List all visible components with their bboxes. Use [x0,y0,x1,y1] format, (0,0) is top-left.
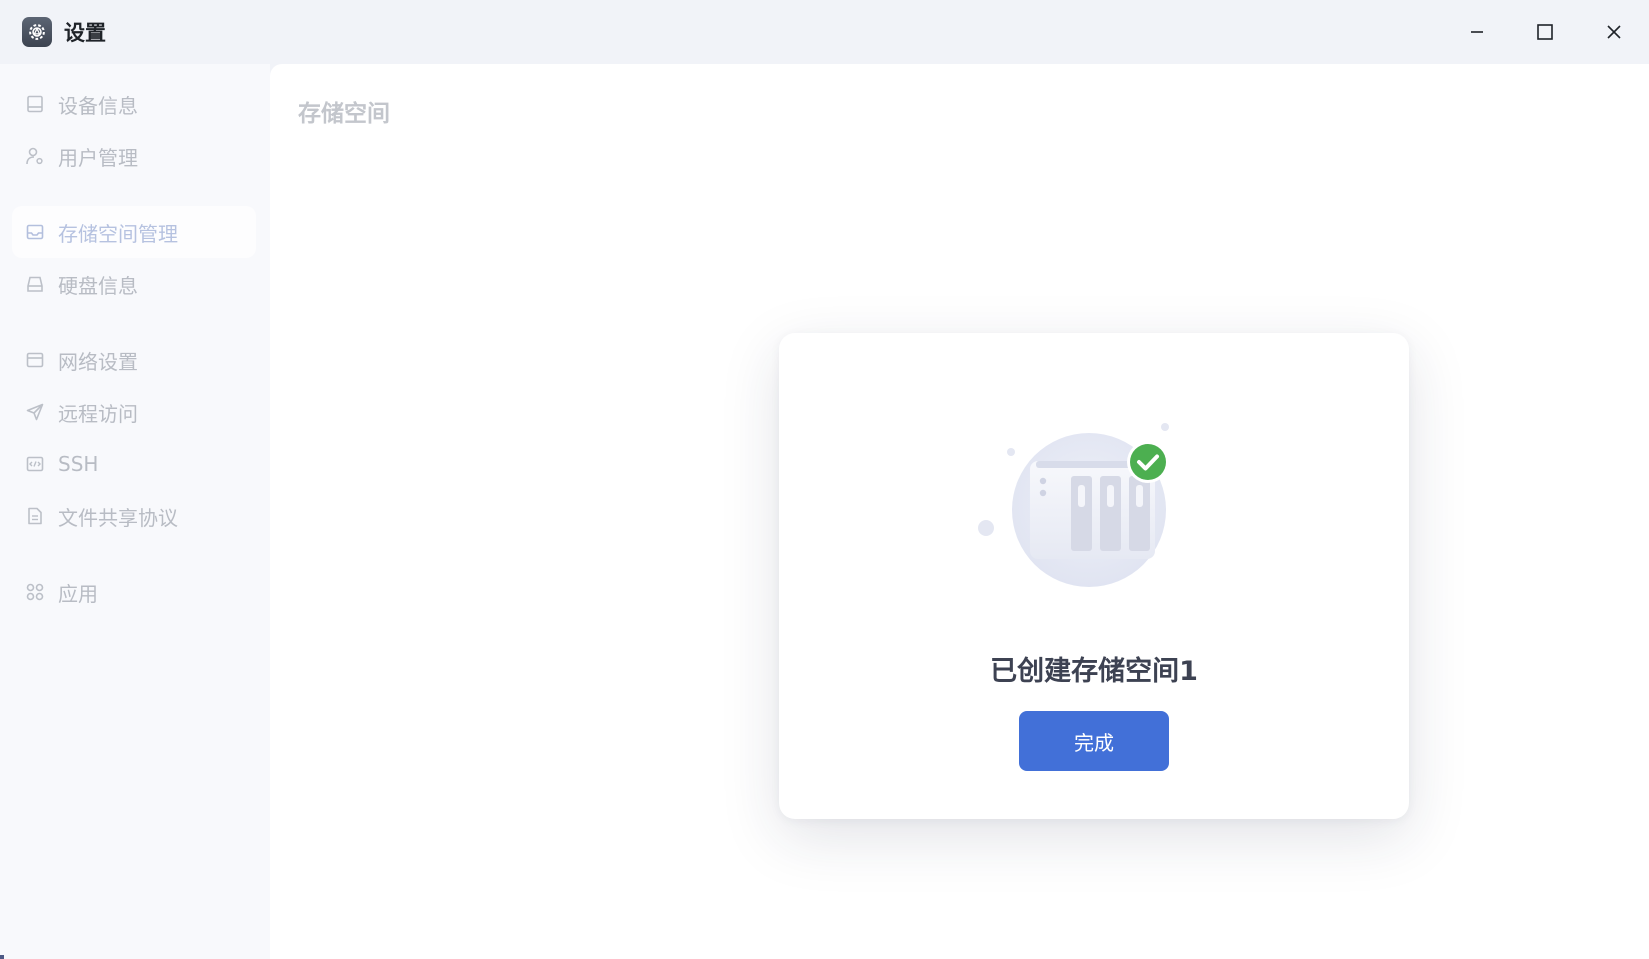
inbox-storage-icon [24,221,46,243]
sidebar-item-label: SSH [58,452,99,476]
sidebar-item-label: 存储空间管理 [58,221,178,246]
network-card-icon [24,349,46,371]
sidebar-item-label: 设备信息 [58,93,138,118]
done-button[interactable]: 完成 [1019,711,1169,771]
minimize-icon [1471,31,1483,33]
sidebar-item-label: 硬盘信息 [58,273,138,298]
sidebar-item-remote-access[interactable]: 远程访问 [12,386,256,438]
device-icon [24,93,46,115]
close-icon [1607,25,1621,39]
close-button[interactable] [1592,14,1636,50]
sidebar: 设备信息 用户管理 存储空间管理 硬盘信息 网络设置 远程访问 SSH 文件共享… [0,64,270,959]
main-content: 存储空间 已创建存储空间1 完成 [270,64,1649,959]
nas-success-icon [978,423,1169,587]
sidebar-item-device-info[interactable]: 设备信息 [12,78,256,130]
page-title: 存储空间 [298,101,390,127]
sidebar-item-label: 网络设置 [58,349,138,374]
code-icon [24,453,46,475]
disk-icon [24,273,46,295]
sidebar-item-apps[interactable]: 应用 [12,566,256,618]
user-gear-icon [24,145,46,167]
file-icon [24,505,46,527]
sidebar-item-label: 应用 [58,581,98,606]
sidebar-item-network-settings[interactable]: 网络设置 [12,334,256,386]
sidebar-item-label: 文件共享协议 [58,505,178,530]
sidebar-item-storage-management[interactable]: 存储空间管理 [12,206,256,258]
sidebar-item-user-management[interactable]: 用户管理 [12,130,256,182]
minimize-button[interactable] [1455,14,1499,50]
maximize-button[interactable] [1523,14,1567,50]
title-bar: 设置 [0,0,1649,64]
sidebar-item-label: 远程访问 [58,401,138,426]
success-dialog: 已创建存储空间1 完成 [779,333,1409,819]
send-icon [24,401,46,423]
sidebar-item-ssh[interactable]: SSH [12,438,256,490]
sidebar-item-label: 用户管理 [58,145,138,170]
apps-grid-icon [24,581,46,603]
window-corner [0,955,4,959]
success-message: 已创建存储空间1 [990,656,1198,687]
window-title: 设置 [64,21,106,45]
sidebar-item-disk-info[interactable]: 硬盘信息 [12,258,256,310]
maximize-icon [1537,24,1553,40]
sidebar-item-file-sharing[interactable]: 文件共享协议 [12,490,256,542]
gear-icon [22,17,52,47]
